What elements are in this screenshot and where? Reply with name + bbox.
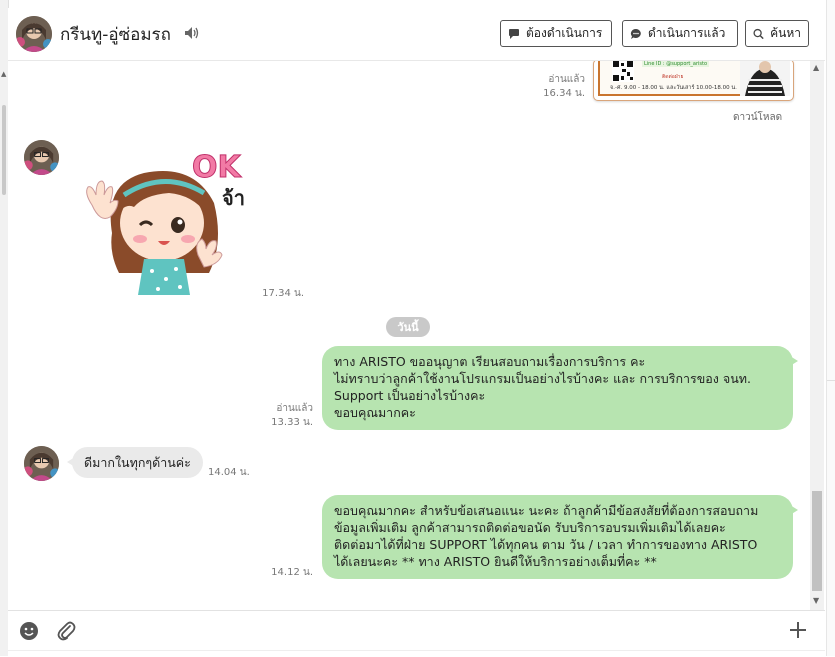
message-line: ขอบคุณมากคะ สำหรับข้อเสนอแนะ นะคะ ถ้าลูก…	[334, 503, 759, 518]
date-separator: วันนี้	[386, 317, 430, 337]
message-time: 14.12 น.	[271, 567, 313, 578]
search-button-label: ค้นหา	[770, 26, 801, 40]
contact-avatar[interactable]	[16, 16, 52, 52]
message-time: 13.33 น.	[271, 417, 313, 428]
ok-girl-sticker[interactable]: OK จ้า	[74, 143, 256, 295]
message-time: 14.04 น.	[208, 467, 250, 478]
composer-bar	[8, 610, 825, 651]
download-link[interactable]: ดาวน์โหลด	[733, 110, 782, 125]
staff-photo	[740, 61, 790, 96]
message-line: ข้อมูลเพิ่มเติม ลูกค้าสามารถติดต่อขอนัด …	[334, 520, 726, 535]
todo-button-label: ต้องดำเนินการ	[526, 26, 603, 40]
top-margin	[0, 0, 835, 8]
chat-bubble-dots-icon	[630, 28, 641, 39]
sender-avatar[interactable]	[24, 140, 59, 175]
image-caption: ติดต่อฝ่าย	[662, 74, 684, 80]
scroll-down-arrow-icon[interactable]: ▼	[813, 596, 819, 605]
chat-header: กรีนทู-อู่ซ่อมรถ ต้องดำเนินการ ดำเนินการ…	[8, 8, 825, 61]
image-message[interactable]: Line ID : @support_aristo ติดต่อฝ่าย จ.-…	[593, 61, 794, 101]
search-icon	[753, 28, 764, 39]
sender-avatar[interactable]	[24, 446, 59, 481]
message-time: 16.34 น.	[543, 88, 585, 99]
speech-bubble-icon	[509, 28, 519, 39]
line-id-text: Line ID : @support_aristo	[642, 61, 710, 67]
message-list[interactable]: Line ID : @support_aristo ติดต่อฝ่าย จ.-…	[8, 61, 818, 610]
message-line: Support เป็นอย่างไรบ้างคะ	[334, 388, 486, 403]
todo-button[interactable]: ต้องดำเนินการ	[500, 20, 612, 47]
paperclip-icon[interactable]	[56, 620, 76, 642]
incoming-message[interactable]: ดีมากในทุกๆด้านค่ะ	[67, 447, 203, 478]
search-button[interactable]: ค้นหา	[745, 20, 809, 47]
message-line: ทาง ARISTO ขออนุญาต เรียนสอบถามเรื่องการ…	[334, 354, 646, 369]
qr-code-icon	[612, 61, 634, 82]
message-line: ไม่ทราบว่าลูกค้าใช้งานโปรแกรมเป็นอย่างไร…	[334, 371, 751, 386]
message-line: ได้เลยนะคะ ** ทาง ARISTO ยินดีให้บริการอ…	[334, 554, 657, 569]
outgoing-message[interactable]: ทาง ARISTO ขออนุญาต เรียนสอบถามเรื่องการ…	[322, 346, 798, 430]
plus-icon[interactable]	[788, 620, 808, 640]
sticker-ja-text: จ้า	[222, 186, 245, 210]
sticker-ok-text: OK	[192, 150, 243, 185]
chat-title: กรีนทู-อู่ซ่อมรถ	[60, 25, 171, 45]
right-panel-edge	[826, 0, 835, 656]
scroll-up-arrow-icon[interactable]: ▲	[813, 63, 819, 72]
done-button-label: ดำเนินการแล้ว	[648, 26, 726, 40]
speaker-icon[interactable]	[184, 26, 200, 40]
read-status: อ่านแล้ว	[548, 74, 585, 85]
sticker-time: 17.34 น.	[262, 288, 304, 299]
scroll-up-arrow-icon[interactable]: ▲	[1, 70, 6, 78]
done-button[interactable]: ดำเนินการแล้ว	[622, 20, 738, 47]
image-message-meta: อ่านแล้ว 16.34 น.	[528, 73, 585, 101]
outgoing-1-meta: อ่านแล้ว 13.33 น.	[258, 402, 313, 430]
hours-text: จ.-ศ. 9.00 - 18.00 น. และวันเสาร์ 10.00-…	[610, 85, 737, 91]
smiley-icon[interactable]	[19, 621, 39, 641]
left-scrollbar-thumb[interactable]	[2, 105, 6, 195]
chat-scrollbar[interactable]: ▲ ▼	[810, 61, 824, 610]
outgoing-message[interactable]: ขอบคุณมากคะ สำหรับข้อเสนอแนะ นะคะ ถ้าลูก…	[322, 495, 798, 579]
scrollbar-thumb[interactable]	[812, 491, 822, 591]
message-line: ติดต่อมาได้ที่ฝ่าย SUPPORT ได้ทุกคน ตาม …	[334, 537, 758, 552]
message-line: ขอบคุณมากคะ	[334, 405, 416, 420]
read-status: อ่านแล้ว	[276, 403, 313, 414]
